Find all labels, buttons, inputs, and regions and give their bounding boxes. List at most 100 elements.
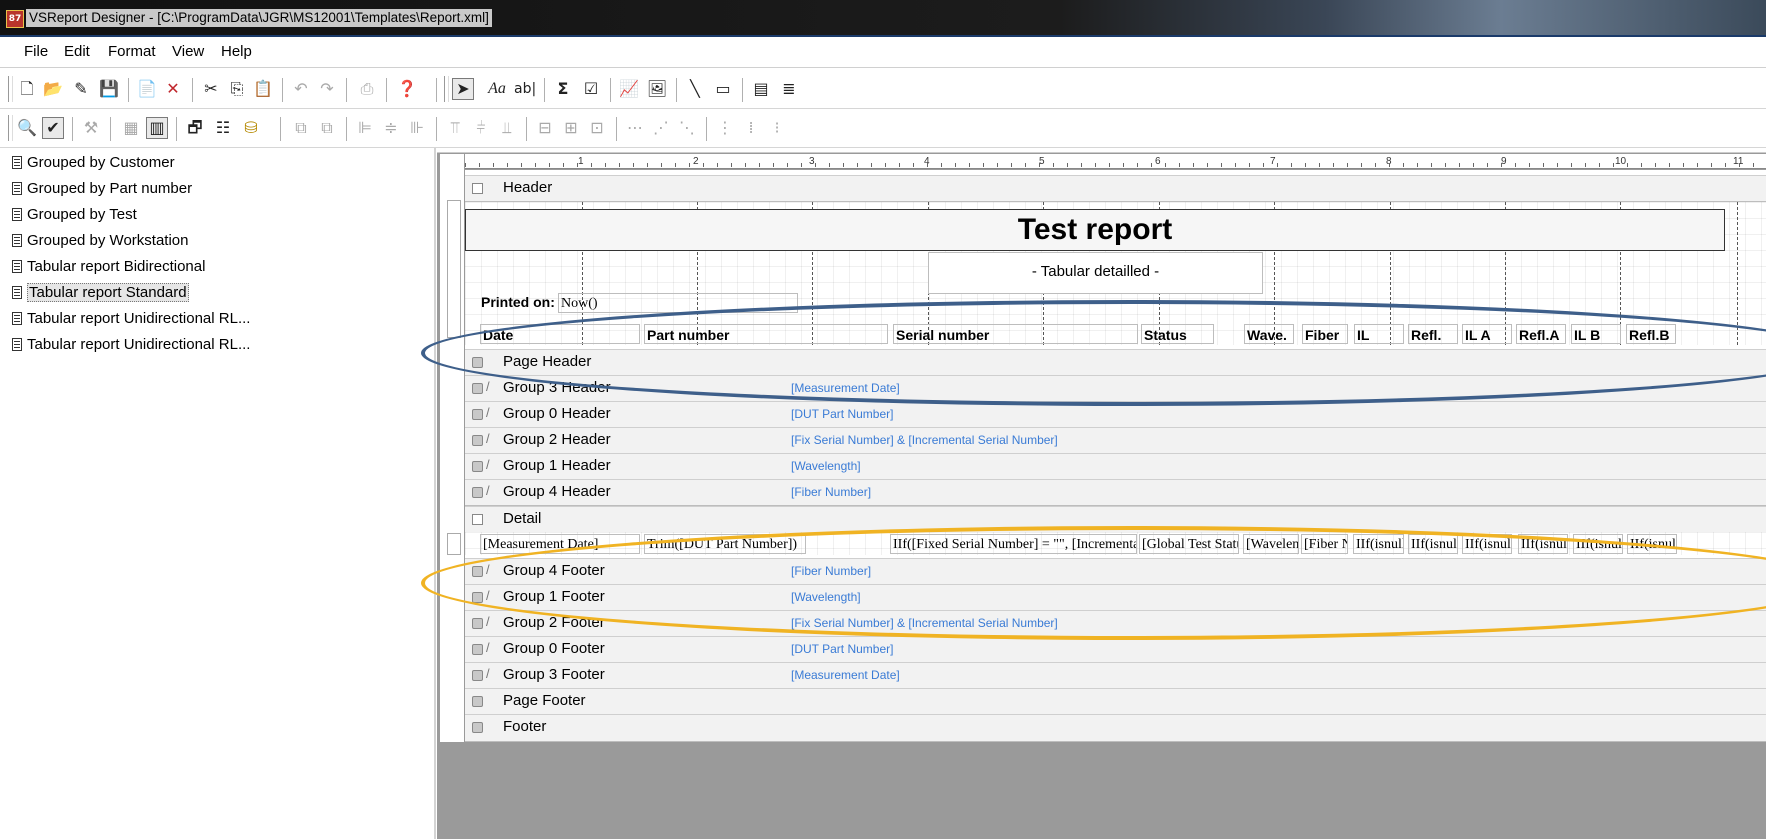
band-handle-icon[interactable] [472, 670, 483, 681]
document-icon [12, 260, 22, 273]
pagebreak-icon[interactable]: ≣ [778, 78, 800, 100]
document-icon [12, 286, 22, 299]
snap-icon[interactable]: ▥ [146, 117, 168, 139]
report-list: Grouped by Customer Grouped by Part numb… [0, 148, 436, 839]
properties-icon[interactable]: 🗗 [184, 117, 206, 139]
band-handle-icon[interactable] [472, 696, 483, 707]
window-title: VSReport Designer - [C:\ProgramData\JGR\… [26, 9, 492, 27]
band-handle-icon[interactable] [472, 383, 483, 394]
vspace-inc-icon[interactable]: ⁞ [740, 117, 762, 139]
band-header[interactable]: Header [465, 175, 1766, 202]
checkbox-icon[interactable]: ☑ [580, 78, 602, 100]
image-icon[interactable]: 🖼 [646, 78, 668, 100]
collapse-icon[interactable] [472, 183, 483, 194]
open-icon[interactable]: 📂 [42, 78, 64, 100]
toolbar-grip[interactable] [8, 115, 13, 141]
menu-file[interactable]: File [24, 43, 48, 60]
cut-icon[interactable]: ✂ [200, 78, 222, 100]
document-icon [12, 312, 22, 325]
insert-report-icon[interactable]: 📄 [136, 78, 158, 100]
hspace-inc-icon[interactable]: ⋰ [650, 117, 672, 139]
toolbar-layout: 🔍 ✔ ⚒ ▦ ▥ 🗗 ☷ ⛁ ⧉ ⧉ ⊫ ≑ ⊪ ⫪ ⫩ ⫫ ⊟ ⊞ ⊡ ⋯ … [0, 109, 1766, 148]
horizontal-ruler: 1 2 3 4 5 6 7 8 9 10 11 [465, 154, 1766, 169]
toolbar-grip[interactable] [8, 76, 13, 102]
wizard-icon[interactable]: ⚒ [80, 117, 102, 139]
undo-icon[interactable]: ↶ [290, 78, 312, 100]
report-item[interactable]: Tabular report Unidirectional RL... [12, 308, 250, 330]
band-handle-icon[interactable] [472, 722, 483, 733]
hspace-dec-icon[interactable]: ⋱ [676, 117, 698, 139]
vspace-equal-icon[interactable]: ⋮ [714, 117, 736, 139]
report-item[interactable]: Grouped by Workstation [12, 230, 188, 252]
report-item[interactable]: Tabular report Unidirectional RL... [12, 334, 250, 356]
band-handle-icon[interactable] [472, 435, 483, 446]
groups-icon[interactable]: ☷ [212, 117, 234, 139]
send-back-icon[interactable]: ⧉ [316, 117, 338, 139]
report-item[interactable]: Grouped by Customer [12, 152, 175, 174]
menu-view[interactable]: View [172, 43, 204, 60]
document-icon [12, 156, 22, 169]
menu-format[interactable]: Format [108, 43, 156, 60]
band-footer[interactable]: Footer [465, 714, 1766, 742]
sum-icon[interactable]: Σ [552, 78, 574, 100]
band-group-2-header[interactable]: / Group 2 Header [Fix Serial Number] & [… [465, 427, 1766, 454]
printed-on-label[interactable]: Printed on: [481, 294, 555, 310]
chart-icon[interactable]: 📈 [618, 78, 640, 100]
collapse-icon[interactable] [472, 514, 483, 525]
rectangle-icon[interactable]: ▭ [712, 78, 734, 100]
new-icon[interactable]: 🗋 [16, 78, 38, 100]
report-item[interactable]: Tabular report Bidirectional [12, 256, 205, 278]
report-item-selected[interactable]: Tabular report Standard [12, 282, 189, 304]
band-handle-icon[interactable] [472, 618, 483, 629]
design-mode-icon[interactable]: ✔ [42, 117, 64, 139]
band-page-footer[interactable]: Page Footer [465, 688, 1766, 715]
toolbar-main: 🗋 📂 ✎ 💾 📄 ✕ ✂ ⎘ 📋 ↶ ↷ ⎙ ❓ ➤ Aa ab| Σ ☑ 📈… [0, 70, 1766, 109]
report-title[interactable]: Test report [465, 209, 1725, 251]
band-handle-icon[interactable] [472, 409, 483, 420]
band-group-4-header[interactable]: / Group 4 Header [Fiber Number] [465, 479, 1766, 506]
menu-bar: File Edit Format View Help [0, 37, 1766, 68]
band-group-1-header[interactable]: / Group 1 Header [Wavelength] [465, 453, 1766, 480]
same-size-icon[interactable]: ⊡ [586, 117, 608, 139]
band-group-3-footer[interactable]: / Group 3 Footer [Measurement Date] [465, 662, 1766, 689]
preview-icon[interactable]: 🔍 [16, 117, 38, 139]
label-icon[interactable]: Aa [486, 78, 508, 100]
band-handle-icon[interactable] [472, 644, 483, 655]
toolbar-grip[interactable] [444, 76, 449, 102]
delete-icon[interactable]: ✕ [162, 78, 184, 100]
align-left-icon[interactable]: ⊫ [354, 117, 376, 139]
pointer-icon[interactable]: ➤ [452, 78, 474, 100]
save-icon[interactable]: 💾 [98, 78, 120, 100]
menu-help[interactable]: Help [221, 43, 252, 60]
align-right-icon[interactable]: ⊪ [406, 117, 428, 139]
copy-icon[interactable]: ⎘ [226, 78, 248, 100]
line-icon[interactable]: ╲ [684, 78, 706, 100]
datasource-icon[interactable]: ⛁ [240, 117, 262, 139]
report-item[interactable]: Grouped by Test [12, 204, 137, 226]
same-width-icon[interactable]: ⊟ [534, 117, 556, 139]
paste-icon[interactable]: 📋 [252, 78, 274, 100]
print-icon[interactable]: ⎙ [356, 78, 378, 100]
vspace-dec-icon[interactable]: ⁝ [766, 117, 788, 139]
band-handle-icon[interactable] [472, 461, 483, 472]
subreport-icon[interactable]: ▤ [750, 78, 772, 100]
band-handle-icon[interactable] [472, 487, 483, 498]
band-group-0-footer[interactable]: / Group 0 Footer [DUT Part Number] [465, 636, 1766, 663]
same-height-icon[interactable]: ⊞ [560, 117, 582, 139]
field-icon[interactable]: ab| [514, 78, 536, 100]
align-top-icon[interactable]: ⫪ [444, 117, 466, 139]
report-subtitle[interactable]: - Tabular detailled - [928, 252, 1263, 294]
title-bar: 87 VSReport Designer - [C:\ProgramData\J… [0, 0, 1766, 37]
menu-edit[interactable]: Edit [64, 43, 90, 60]
align-center-icon[interactable]: ≑ [380, 117, 402, 139]
help-icon[interactable]: ❓ [396, 78, 418, 100]
vertical-ruler [447, 200, 461, 338]
align-bottom-icon[interactable]: ⫫ [496, 117, 518, 139]
report-item[interactable]: Grouped by Part number [12, 178, 192, 200]
align-middle-icon[interactable]: ⫩ [470, 117, 492, 139]
grid-icon[interactable]: ▦ [120, 117, 142, 139]
hspace-equal-icon[interactable]: ⋯ [624, 117, 646, 139]
redo-icon[interactable]: ↷ [316, 78, 338, 100]
design-icon[interactable]: ✎ [70, 78, 92, 100]
bring-front-icon[interactable]: ⧉ [290, 117, 312, 139]
